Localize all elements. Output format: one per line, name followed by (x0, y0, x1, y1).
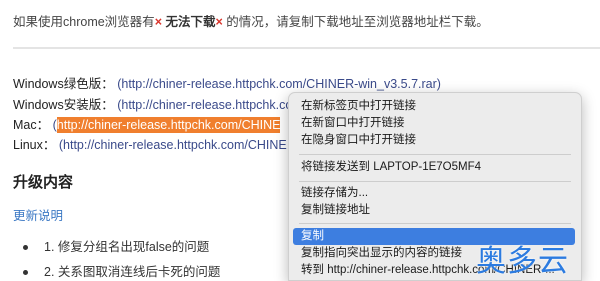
download-linux: Linux： (http://chiner-release.httpchk.co… (13, 134, 287, 153)
download-link[interactable]: (http://chiner-release.httpchk.com/CHINE (59, 138, 287, 152)
menu-separator (299, 154, 571, 155)
menu-send-to-device[interactable]: 将链接发送到 LAPTOP-1E7O5MF4 (293, 159, 575, 176)
red-x-icon: × (215, 15, 223, 29)
download-label: Windows绿色版： (13, 77, 114, 91)
download-label: Mac： (13, 118, 50, 132)
notice-suffix: 的情况，请复制下载地址至浏览器地址栏下载。 (226, 15, 489, 29)
menu-copy-link-address[interactable]: 复制链接地址 (293, 202, 575, 219)
menu-open-incognito[interactable]: 在隐身窗口中打开链接 (293, 132, 575, 149)
red-x-icon: × (154, 15, 162, 29)
menu-separator (299, 181, 571, 182)
watermark-logo: 奥多云 (476, 244, 569, 279)
list-item-text: 2. 关系图取消连线后卡死的问题 (44, 265, 221, 279)
menu-open-new-window[interactable]: 在新窗口中打开链接 (293, 115, 575, 132)
bullet-icon (23, 270, 28, 276)
menu-save-link-as[interactable]: 链接存储为... (293, 185, 575, 202)
menu-separator (299, 223, 571, 224)
download-link-selected[interactable]: http://chiner-release.httpchk.com/CHINE (56, 117, 281, 133)
download-label: Windows安装版： (13, 98, 114, 112)
list-item-text: 1. 修复分组名出现false的问题 (44, 240, 210, 254)
bullet-icon (23, 245, 28, 251)
download-label: Linux： (13, 138, 56, 152)
list-item: 1. 修复分组名出现false的问题 (23, 236, 209, 255)
notice-bold: 无法下载 (165, 15, 216, 29)
download-mac: Mac： (http://chiner-release.httpchk.com/… (13, 114, 281, 133)
release-notes-link[interactable]: 更新说明 (13, 205, 63, 224)
download-link[interactable]: (http://chiner-release.httpchk.com/CHINE… (117, 77, 441, 91)
download-windows-portable: Windows绿色版： (http://chiner-release.httpc… (13, 73, 441, 92)
download-notice: 如果使用chrome浏览器有× 无法下载× 的情况，请复制下载地址至浏览器地址栏… (13, 11, 489, 30)
divider (13, 47, 600, 49)
menu-open-new-tab[interactable]: 在新标签页中打开链接 (293, 98, 575, 115)
section-title: 升级内容 (13, 174, 74, 191)
list-item: 2. 关系图取消连线后卡死的问题 (23, 261, 220, 280)
notice-prefix: 如果使用chrome浏览器有 (13, 15, 155, 29)
